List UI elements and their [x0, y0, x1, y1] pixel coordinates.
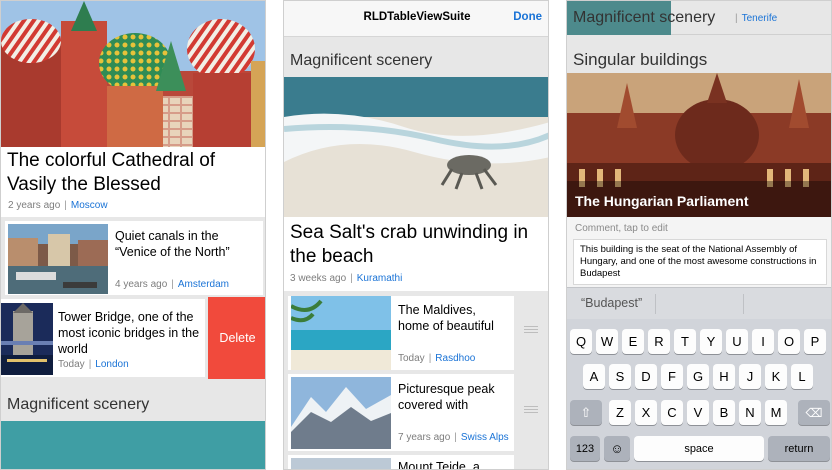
top-meta: | Tenerife — [735, 13, 778, 24]
comment-textarea[interactable]: This building is the seat of the Nationa… — [573, 239, 827, 285]
list-item-swiped[interactable]: Tower Bridge, one of the most iconic bri… — [1, 299, 205, 377]
list-item[interactable]: The Maldives, home of beautiful Today | Ra… — [288, 296, 514, 370]
section-header: Singular buildings — [573, 50, 708, 69]
row-meta: Today | London — [58, 359, 129, 370]
key[interactable]: L — [791, 364, 813, 389]
row-meta: 4 years ago | Amsterdam — [115, 279, 229, 290]
key[interactable]: F — [661, 364, 683, 389]
shift-arrow-icon: ⇧ — [580, 404, 592, 420]
keyboard: Q W E R T Y U I O P A S D F G H J K L ⇧ … — [567, 319, 831, 469]
comment-area: Comment, tap to edit This building is th… — [567, 217, 831, 287]
row-location-link[interactable]: London — [95, 359, 128, 370]
maldives-thumbnail — [291, 296, 391, 370]
key[interactable]: S — [609, 364, 631, 389]
autocorrect-bar: “Budapest” — [567, 287, 831, 319]
hero-title: Sea Salt's crab unwinding in the beach — [290, 222, 529, 267]
suggestion-divider — [743, 294, 744, 314]
hero-location-link[interactable]: Moscow — [71, 200, 108, 211]
top-location-link[interactable]: Tenerife — [742, 13, 778, 24]
crab-photo[interactable] — [284, 77, 548, 217]
key[interactable]: C — [661, 400, 683, 425]
navigation-bar: RLDTableViewSuite Done — [284, 1, 548, 37]
canal-thumbnail — [8, 224, 108, 294]
tower-bridge-thumbnail — [1, 303, 53, 375]
space-key[interactable]: space — [634, 436, 764, 461]
reorder-handle-icon[interactable] — [524, 326, 538, 333]
section-header: Magnificent scenery — [7, 396, 150, 413]
done-button[interactable]: Done — [513, 11, 542, 23]
row-title: Picturesque peak covered with — [398, 382, 495, 412]
row-location-link[interactable]: Rasdhoo — [435, 353, 475, 364]
teide-thumbnail — [291, 458, 391, 469]
hero-time: 3 weeks ago — [290, 273, 347, 284]
list-item[interactable]: Quiet canals in the “Venice of the North… — [5, 221, 263, 295]
key[interactable]: D — [635, 364, 657, 389]
suggestion-divider — [655, 294, 656, 314]
hero-time: 2 years ago — [8, 200, 61, 211]
key[interactable]: Y — [700, 329, 722, 354]
row-title: Quiet canals in the “Venice of the North… — [115, 229, 230, 259]
key[interactable]: V — [687, 400, 709, 425]
delete-button[interactable]: Delete — [208, 297, 265, 379]
detail-screen-comment: Magnificent scenery | Tenerife Singular b… — [566, 0, 832, 470]
key[interactable]: B — [713, 400, 735, 425]
top-section-title: Magnificent scenery — [573, 9, 716, 26]
row-location-link[interactable]: Swiss Alps — [461, 432, 509, 443]
numbers-key[interactable]: 123 — [570, 436, 600, 461]
return-key[interactable]: return — [768, 436, 830, 461]
hero-location-link[interactable]: Kuramathi — [357, 273, 403, 284]
list-item[interactable]: Picturesque peak covered with 7 years ag… — [288, 374, 514, 451]
shift-key[interactable]: ⇧ — [570, 400, 602, 425]
key[interactable]: X — [635, 400, 657, 425]
key[interactable]: T — [674, 329, 696, 354]
row-time: 7 years ago — [398, 432, 451, 443]
list-screen-swipe-delete: The colorful Cathedral of Vasily the Ble… — [0, 0, 266, 470]
key[interactable]: N — [739, 400, 761, 425]
nav-title: RLDTableViewSuite — [363, 11, 471, 23]
list-screen-reorder: RLDTableViewSuite Done Magnificent scene… — [283, 0, 549, 470]
emoji-icon: ☺ — [610, 441, 624, 456]
row-title: Tower Bridge, one of the most iconic bri… — [58, 310, 200, 356]
hero-meta: 2 years ago | Moscow — [8, 200, 108, 211]
comment-hint: Comment, tap to edit — [575, 223, 668, 234]
scenery-photo-partial[interactable] — [1, 421, 265, 469]
key[interactable]: W — [596, 329, 618, 354]
key[interactable]: Z — [609, 400, 631, 425]
backspace-icon: ⌫ — [805, 405, 823, 420]
key[interactable]: P — [804, 329, 826, 354]
sticky-header: Magnificent scenery | Tenerife — [567, 1, 831, 35]
key[interactable]: Q — [570, 329, 592, 354]
card-title: The Hungarian Parliament — [575, 193, 749, 209]
row-location-link[interactable]: Amsterdam — [178, 279, 229, 290]
key[interactable]: U — [726, 329, 748, 354]
list-item[interactable]: Mount Teide, a — [288, 455, 514, 470]
key[interactable]: M — [765, 400, 787, 425]
section-header: Magnificent scenery — [290, 52, 433, 69]
emoji-key[interactable]: ☺ — [604, 436, 630, 461]
hero-meta: 3 weeks ago | Kuramathi — [290, 273, 403, 284]
row-meta: Today | Rasdhoo — [398, 353, 476, 364]
key[interactable]: K — [765, 364, 787, 389]
row-title: Mount Teide, a — [398, 460, 480, 470]
hero-title: The colorful Cathedral of Vasily the Ble… — [7, 150, 216, 195]
key[interactable]: O — [778, 329, 800, 354]
key[interactable]: H — [713, 364, 735, 389]
key[interactable]: G — [687, 364, 709, 389]
key[interactable]: E — [622, 329, 644, 354]
cathedral-photo[interactable] — [1, 1, 265, 147]
row-meta: 7 years ago | Swiss Alps — [398, 432, 509, 443]
row-time: Today — [398, 353, 425, 364]
key[interactable]: J — [739, 364, 761, 389]
row-time: Today — [58, 359, 85, 370]
reorder-handle-icon[interactable] — [524, 406, 538, 413]
row-title: The Maldives, home of beautiful — [398, 303, 494, 333]
key[interactable]: R — [648, 329, 670, 354]
key[interactable]: A — [583, 364, 605, 389]
alps-thumbnail — [291, 377, 391, 449]
suggestion-item[interactable]: “Budapest” — [581, 296, 642, 310]
backspace-key[interactable]: ⌫ — [798, 400, 830, 425]
row-time: 4 years ago — [115, 279, 168, 290]
key[interactable]: I — [752, 329, 774, 354]
